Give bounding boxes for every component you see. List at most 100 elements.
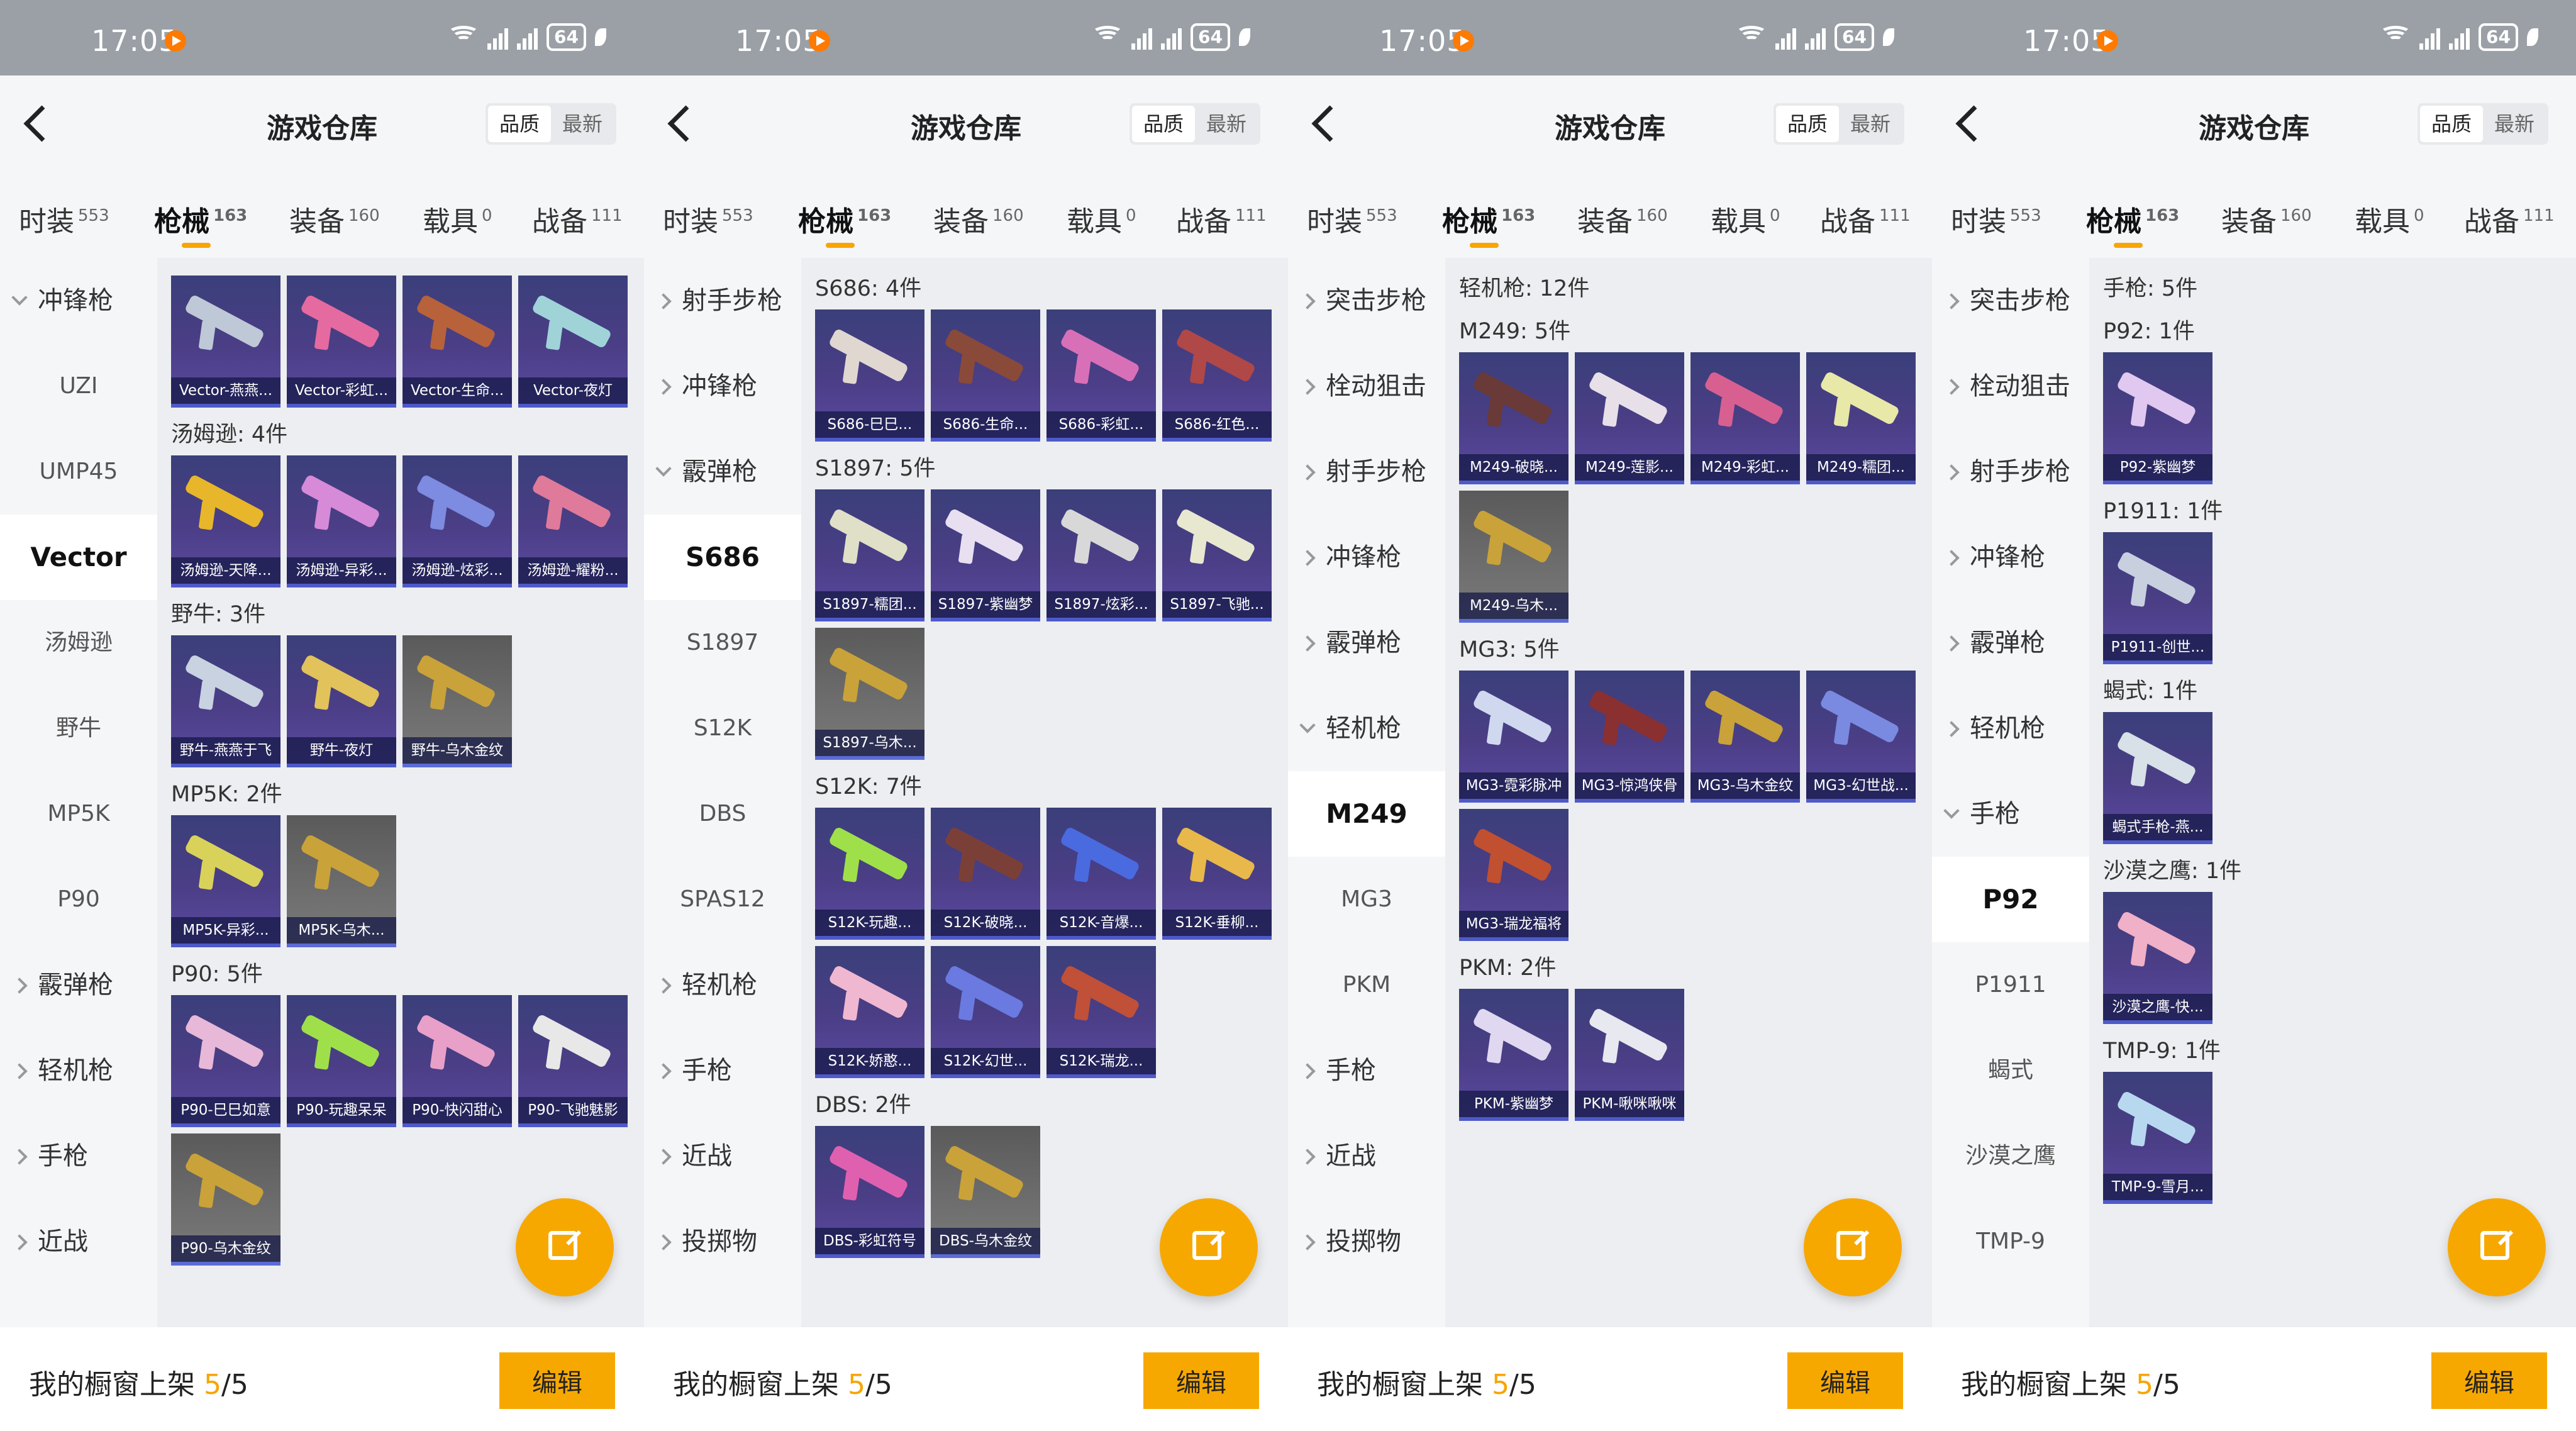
skin-card[interactable]: P1911-创世... <box>2103 532 2212 664</box>
skin-card[interactable]: M249-莲影... <box>1575 352 1684 484</box>
tab-0[interactable]: 时装 553 <box>663 199 753 239</box>
sidebar-item[interactable]: 冲锋枪 <box>644 343 801 429</box>
sidebar-item[interactable]: Vector <box>0 515 157 600</box>
skin-card[interactable]: S1897-紫幽梦 <box>931 489 1040 621</box>
skin-card[interactable]: S1897-炫彩... <box>1046 489 1156 621</box>
skin-card[interactable]: S12K-娇憨... <box>815 946 924 1078</box>
sidebar-item[interactable]: 霰弹枪 <box>1288 600 1445 686</box>
skin-card[interactable]: S686-生命... <box>931 309 1040 442</box>
skin-card[interactable]: 沙漠之鹰-快... <box>2103 892 2212 1024</box>
skin-card[interactable]: P90-飞驰魅影 <box>518 995 628 1127</box>
sidebar-item[interactable]: 汤姆逊 <box>0 600 157 686</box>
sort-quality-button[interactable]: 品质 <box>487 106 551 142</box>
skin-card[interactable]: P90-乌木金纹 <box>171 1133 280 1266</box>
sidebar-item[interactable]: 突击步枪 <box>1932 258 2089 343</box>
sidebar-item[interactable]: 投掷物 <box>1288 1199 1445 1284</box>
tab-0[interactable]: 时装 553 <box>1307 199 1397 239</box>
edit-button[interactable]: 编辑 <box>1787 1352 1903 1409</box>
skin-card[interactable]: 汤姆逊-耀粉... <box>518 455 628 587</box>
skin-card[interactable]: S1897-糯团... <box>815 489 924 621</box>
share-button[interactable] <box>1160 1198 1258 1296</box>
skin-card[interactable]: 汤姆逊-天降... <box>171 455 280 587</box>
skin-card[interactable]: M249-糯团... <box>1806 352 1916 484</box>
edit-button[interactable]: 编辑 <box>1143 1352 1259 1409</box>
skin-card[interactable]: MP5K-乌木... <box>287 815 396 947</box>
sidebar-item[interactable]: 轻机枪 <box>1932 686 2089 771</box>
sidebar-item[interactable]: P92 <box>1932 857 2089 942</box>
sidebar-item[interactable]: P90 <box>0 857 157 942</box>
tab-0[interactable]: 时装 553 <box>1951 199 2041 239</box>
sidebar-item[interactable]: 手枪 <box>1932 771 2089 857</box>
sidebar-item[interactable]: S686 <box>644 515 801 600</box>
tab-1[interactable]: 枪械 163 <box>2086 199 2179 248</box>
sidebar-item[interactable]: UZI <box>0 343 157 429</box>
share-button[interactable] <box>2448 1198 2546 1296</box>
sidebar-item[interactable]: MP5K <box>0 771 157 857</box>
skin-card[interactable]: 汤姆逊-炫彩... <box>402 455 512 587</box>
tab-1[interactable]: 枪械 163 <box>1442 199 1535 248</box>
skin-card[interactable]: P90-巳巳如意 <box>171 995 280 1127</box>
sidebar-item[interactable]: 手枪 <box>0 1113 157 1199</box>
skin-card[interactable]: S12K-垂柳... <box>1162 808 1272 940</box>
skin-card[interactable]: DBS-彩虹符号 <box>815 1126 924 1258</box>
sidebar-item[interactable]: 轻机枪 <box>0 1028 157 1113</box>
skin-card[interactable]: S686-巳巳... <box>815 309 924 442</box>
skin-card[interactable]: 野牛-燕燕于飞 <box>171 635 280 767</box>
skin-card[interactable]: 蝎式手枪-燕... <box>2103 712 2212 844</box>
skin-card[interactable]: M249-乌木... <box>1459 491 1568 623</box>
sidebar-item[interactable]: 手枪 <box>644 1028 801 1113</box>
skin-card[interactable]: Vector-夜灯 <box>518 276 628 408</box>
skin-card[interactable]: Vector-生命... <box>402 276 512 408</box>
tab-2[interactable]: 装备 160 <box>289 199 380 239</box>
sort-latest-button[interactable]: 最新 <box>2483 106 2546 142</box>
sidebar-item[interactable]: 近战 <box>644 1113 801 1199</box>
tab-3[interactable]: 载具 0 <box>1711 199 1780 239</box>
tab-3[interactable]: 载具 0 <box>1067 199 1136 239</box>
sort-latest-button[interactable]: 最新 <box>1195 106 1258 142</box>
skin-card[interactable]: S1897-飞驰... <box>1162 489 1272 621</box>
sidebar-item[interactable]: 突击步枪 <box>1288 258 1445 343</box>
tab-4[interactable]: 战备 111 <box>1820 199 1911 239</box>
skin-card[interactable]: MG3-瑞龙福将 <box>1459 809 1568 941</box>
skin-card[interactable]: P92-紫幽梦 <box>2103 352 2212 484</box>
skin-card[interactable]: PKM-紫幽梦 <box>1459 989 1568 1121</box>
sidebar-item[interactable]: P1911 <box>1932 942 2089 1028</box>
skin-card[interactable]: P90-玩趣呆呆 <box>287 995 396 1127</box>
skin-card[interactable]: MG3-乌木金纹 <box>1690 671 1800 803</box>
share-button[interactable] <box>1804 1198 1902 1296</box>
edit-button[interactable]: 编辑 <box>499 1352 615 1409</box>
sidebar-item[interactable]: 投掷物 <box>644 1199 801 1284</box>
skin-card[interactable]: S12K-破晓... <box>931 808 1040 940</box>
skin-card[interactable]: S12K-幻世... <box>931 946 1040 1078</box>
skin-card[interactable]: S12K-瑞龙... <box>1046 946 1156 1078</box>
skin-card[interactable]: S686-彩虹... <box>1046 309 1156 442</box>
tab-3[interactable]: 载具 0 <box>2355 199 2424 239</box>
sidebar-item[interactable]: 射手步枪 <box>1932 429 2089 515</box>
skin-card[interactable]: 野牛-乌木金纹 <box>402 635 512 767</box>
tab-1[interactable]: 枪械 163 <box>154 199 247 248</box>
tab-3[interactable]: 载具 0 <box>423 199 492 239</box>
sidebar-item[interactable]: 霰弹枪 <box>644 429 801 515</box>
sort-quality-button[interactable]: 品质 <box>1775 106 1839 142</box>
sidebar-item[interactable]: TMP-9 <box>1932 1199 2089 1284</box>
sidebar-item[interactable]: 沙漠之鹰 <box>1932 1113 2089 1199</box>
sidebar-item[interactable]: 轻机枪 <box>1288 686 1445 771</box>
sidebar-item[interactable]: 射手步枪 <box>644 258 801 343</box>
sidebar-item[interactable]: 霰弹枪 <box>0 942 157 1028</box>
sidebar-item[interactable]: 轻机枪 <box>644 942 801 1028</box>
skin-card[interactable]: S12K-音爆... <box>1046 808 1156 940</box>
sidebar-item[interactable]: M249 <box>1288 771 1445 857</box>
sidebar-item[interactable]: S1897 <box>644 600 801 686</box>
sidebar-item[interactable]: PKM <box>1288 942 1445 1028</box>
sidebar-item[interactable]: 手枪 <box>1288 1028 1445 1113</box>
sidebar-item[interactable]: 野牛 <box>0 686 157 771</box>
tab-2[interactable]: 装备 160 <box>933 199 1024 239</box>
tab-0[interactable]: 时装 553 <box>19 199 109 239</box>
sidebar-item[interactable]: UMP45 <box>0 429 157 515</box>
skin-card[interactable]: S12K-玩趣... <box>815 808 924 940</box>
sidebar-item[interactable]: 冲锋枪 <box>1932 515 2089 600</box>
sidebar-item[interactable]: S12K <box>644 686 801 771</box>
skin-card[interactable]: M249-彩虹... <box>1690 352 1800 484</box>
tab-4[interactable]: 战备 111 <box>532 199 623 239</box>
sidebar-item[interactable]: 栓动狙击 <box>1932 343 2089 429</box>
